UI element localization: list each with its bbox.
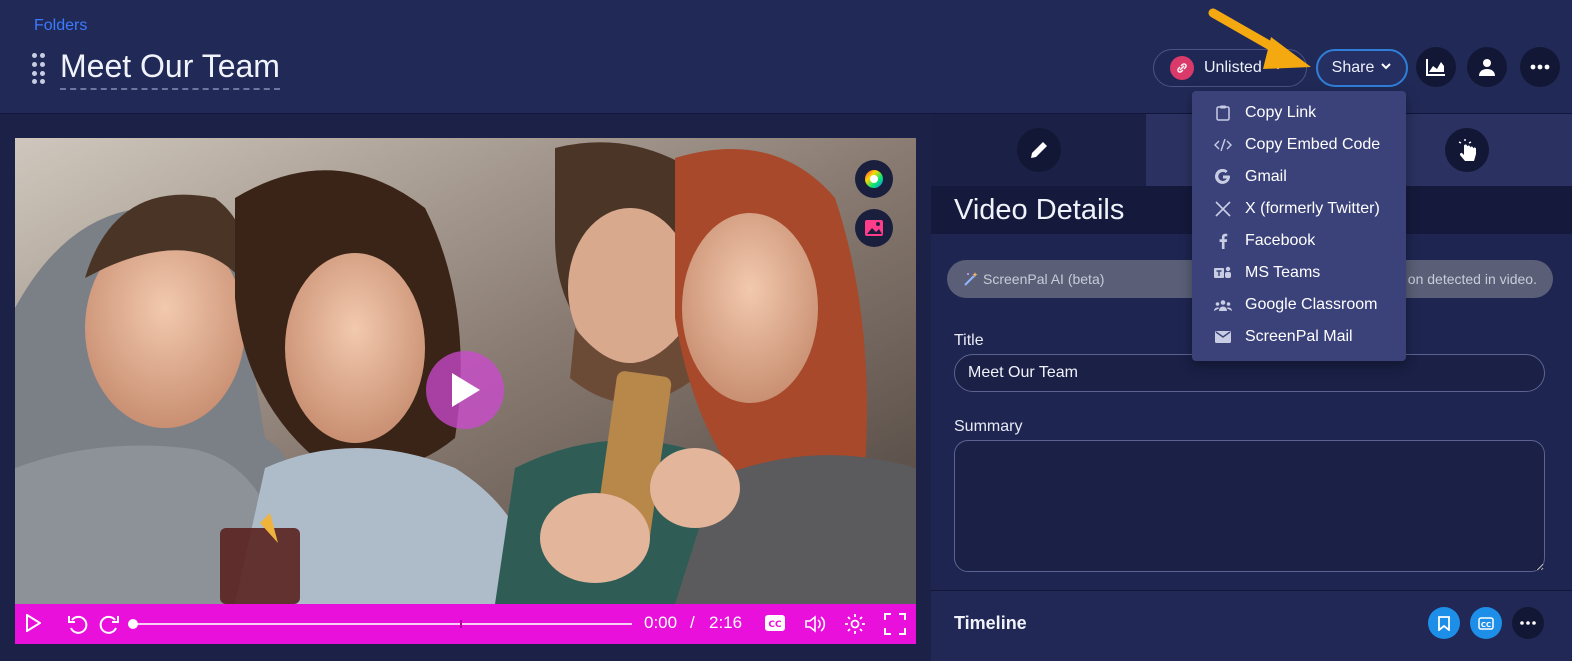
- captions-button[interactable]: CC: [765, 615, 785, 631]
- share-menu: Copy Link Copy Embed Code Gmail X (forme…: [1192, 91, 1406, 361]
- chevron-down-icon: [1380, 59, 1392, 77]
- share-menu-item-screenpal-mail[interactable]: ScreenPal Mail: [1192, 321, 1406, 353]
- volume-icon: [805, 615, 826, 633]
- share-menu-item-x[interactable]: X (formerly Twitter): [1192, 193, 1406, 225]
- timeline-captions-button[interactable]: CC: [1470, 607, 1502, 639]
- facebook-icon: [1213, 231, 1233, 251]
- settings-button[interactable]: [844, 613, 866, 635]
- image-icon: [865, 220, 883, 236]
- share-menu-item-facebook[interactable]: Facebook: [1192, 225, 1406, 257]
- duration: 2:16: [709, 613, 743, 632]
- pencil-icon: [1030, 142, 1047, 158]
- summary-label: Summary: [954, 418, 1023, 435]
- clipboard-icon: [1213, 103, 1233, 123]
- title-label: Title: [954, 332, 984, 349]
- rewind-button[interactable]: [67, 613, 89, 635]
- time-separator: /: [690, 613, 695, 632]
- player-controls: 0:00 / 2:16 CC: [15, 604, 916, 644]
- share-menu-item-ms-teams[interactable]: MS Teams: [1192, 257, 1406, 289]
- x-icon: [1213, 199, 1233, 219]
- color-filter-button[interactable]: [855, 160, 893, 198]
- share-menu-item-embed-code[interactable]: Copy Embed Code: [1192, 129, 1406, 161]
- volume-button[interactable]: [804, 614, 826, 634]
- interactions-tab-circle: [1444, 128, 1489, 172]
- magic-wand-icon: [964, 272, 978, 286]
- timeline-more-button[interactable]: [1512, 607, 1544, 639]
- ms-teams-icon: [1213, 263, 1233, 283]
- edit-tab-circle: [1016, 128, 1061, 172]
- play-icon: [26, 614, 41, 632]
- share-menu-label: ScreenPal Mail: [1245, 328, 1353, 345]
- color-wheel-icon: [865, 170, 883, 188]
- gear-icon: [845, 614, 865, 634]
- fullscreen-button[interactable]: [884, 613, 906, 635]
- ai-label-group: ScreenPal AI (beta): [963, 271, 1104, 287]
- fullscreen-icon: [884, 613, 906, 635]
- share-menu-label: X (formerly Twitter): [1245, 200, 1380, 217]
- google-icon: [1213, 167, 1233, 187]
- share-menu-label: Copy Embed Code: [1245, 136, 1381, 153]
- cc-icon: CC: [1478, 616, 1494, 630]
- timeline-label: Timeline: [954, 613, 1027, 633]
- user-button[interactable]: [1467, 47, 1507, 87]
- ai-note: on detected in video.: [1407, 271, 1537, 287]
- current-time: 0:00: [644, 613, 678, 632]
- share-menu-label: Facebook: [1245, 232, 1316, 249]
- share-menu-item-google-classroom[interactable]: Google Classroom: [1192, 289, 1406, 321]
- progress-marker: [460, 620, 462, 628]
- svg-text:CC: CC: [768, 620, 782, 630]
- tab-edit[interactable]: [931, 114, 1146, 186]
- analytics-button[interactable]: [1416, 47, 1456, 87]
- progress-bar[interactable]: [128, 619, 632, 629]
- more-dots-icon: [1530, 64, 1550, 70]
- share-button[interactable]: Share: [1316, 49, 1408, 87]
- play-icon: [452, 373, 480, 407]
- ai-label-text: ScreenPal AI (beta): [983, 271, 1105, 287]
- summary-field[interactable]: [954, 440, 1545, 572]
- annotation-arrow: [1208, 8, 1311, 69]
- big-play-button[interactable]: [426, 351, 504, 429]
- chart-icon: [1426, 59, 1445, 76]
- bookmark-icon: [1438, 615, 1450, 631]
- page-title[interactable]: Meet Our Team: [60, 46, 280, 90]
- share-menu-label: Google Classroom: [1245, 296, 1378, 313]
- video-player[interactable]: 0:00 / 2:16 CC: [15, 138, 916, 644]
- share-menu-label: Gmail: [1245, 168, 1287, 185]
- cc-icon: CC: [765, 615, 785, 631]
- mail-icon: [1213, 327, 1233, 347]
- drag-handle-icon[interactable]: [32, 53, 46, 84]
- share-menu-item-gmail[interactable]: Gmail: [1192, 161, 1406, 193]
- play-button[interactable]: [25, 614, 41, 632]
- thumbnail-button[interactable]: [855, 209, 893, 247]
- forward-icon: [99, 615, 119, 634]
- more-options-button[interactable]: [1520, 47, 1560, 87]
- timeline-bar: Timeline CC: [931, 590, 1572, 661]
- more-dots-icon: [1520, 621, 1536, 625]
- code-icon: [1213, 135, 1233, 155]
- forward-button[interactable]: [98, 613, 120, 635]
- bookmark-button[interactable]: [1428, 607, 1460, 639]
- share-menu-label: MS Teams: [1245, 264, 1321, 281]
- breadcrumb-folders[interactable]: Folders: [34, 17, 87, 35]
- panel-title: Video Details: [954, 194, 1125, 226]
- link-icon: [1170, 56, 1194, 80]
- rewind-icon: [68, 615, 88, 634]
- svg-text:CC: CC: [1481, 621, 1491, 629]
- classroom-icon: [1213, 295, 1233, 315]
- share-label: Share: [1331, 59, 1375, 76]
- tap-hand-icon: [1458, 139, 1476, 161]
- progress-thumb[interactable]: [128, 619, 138, 629]
- share-menu-item-copy-link[interactable]: Copy Link: [1192, 97, 1406, 129]
- share-menu-label: Copy Link: [1245, 104, 1317, 121]
- user-icon: [1479, 59, 1495, 76]
